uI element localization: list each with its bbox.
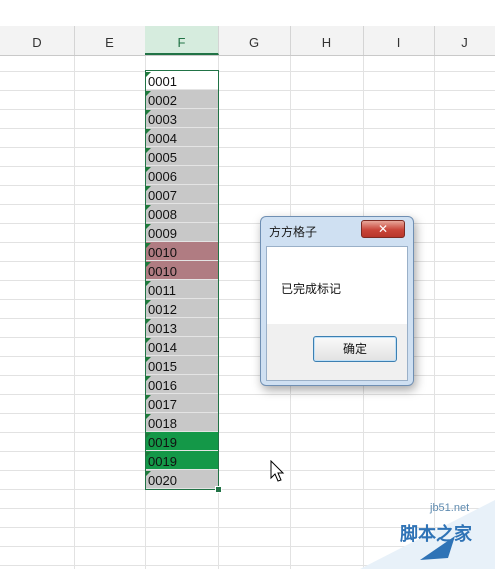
- error-indicator-icon: [146, 243, 151, 248]
- column-header-j[interactable]: J: [434, 26, 495, 55]
- cell-f24[interactable]: 0019: [145, 451, 218, 470]
- grid-row-line: [0, 204, 495, 205]
- mouse-cursor-icon: [270, 460, 285, 482]
- cell-f7[interactable]: 0004: [145, 128, 218, 147]
- grid-row-line: [0, 90, 495, 91]
- error-indicator-icon: [146, 433, 151, 438]
- cell-f19[interactable]: 0015: [145, 356, 218, 375]
- grid-row-line: [0, 375, 495, 376]
- watermark: jb51.net 脚本之家: [360, 500, 495, 569]
- cell-f21[interactable]: 0017: [145, 394, 218, 413]
- cell-f9[interactable]: 0006: [145, 166, 218, 185]
- cell-f6[interactable]: 0003: [145, 109, 218, 128]
- cell-f14[interactable]: 0010: [145, 261, 218, 280]
- column-header-bar: D E F G H I J: [0, 26, 495, 56]
- cell-f13[interactable]: 0010: [145, 242, 218, 261]
- cell-f17[interactable]: 0013: [145, 318, 218, 337]
- grid-row-line: [0, 147, 495, 148]
- error-indicator-icon: [146, 205, 151, 210]
- cell-f22[interactable]: 0018: [145, 413, 218, 432]
- grid-column-line: [74, 56, 75, 569]
- cell-f25[interactable]: 0020: [145, 470, 218, 489]
- toolbar-strip: [0, 0, 495, 27]
- column-header-f[interactable]: F: [145, 26, 219, 55]
- error-indicator-icon: [146, 452, 151, 457]
- column-header-g[interactable]: G: [218, 26, 291, 55]
- error-indicator-icon: [146, 91, 151, 96]
- grid-row-line: [0, 299, 495, 300]
- fill-handle[interactable]: [215, 486, 222, 493]
- ok-button[interactable]: 确定: [313, 336, 397, 362]
- column-header-d[interactable]: D: [0, 26, 75, 55]
- error-indicator-icon: [146, 167, 151, 172]
- grid-row-line: [0, 356, 495, 357]
- grid-row-line: [0, 223, 495, 224]
- cell-f18[interactable]: 0014: [145, 337, 218, 356]
- error-indicator-icon: [146, 262, 151, 267]
- cell-f8[interactable]: 0005: [145, 147, 218, 166]
- grid-row-line: [0, 337, 495, 338]
- grid-row-line: [0, 242, 495, 243]
- message-dialog: 方方格子 ✕ 已完成标记 确定: [260, 216, 414, 386]
- grid-row-line: [0, 470, 495, 471]
- dialog-title: 方方格子: [269, 225, 318, 239]
- cell-f23[interactable]: 0019: [145, 432, 218, 451]
- close-button[interactable]: ✕: [361, 220, 405, 238]
- error-indicator-icon: [146, 357, 151, 362]
- cell-f11[interactable]: 0008: [145, 204, 218, 223]
- watermark-text: 脚本之家: [400, 524, 472, 545]
- grid-row-line: [0, 318, 495, 319]
- error-indicator-icon: [146, 319, 151, 324]
- grid-row-line: [0, 451, 495, 452]
- dialog-footer: 确定: [267, 324, 407, 380]
- grid-row-line: [0, 280, 495, 281]
- grid-column-line: [434, 56, 435, 569]
- cell-f15[interactable]: 0011: [145, 280, 218, 299]
- cell-f16[interactable]: 0012: [145, 299, 218, 318]
- error-indicator-icon: [146, 471, 151, 476]
- grid-row-line: [0, 261, 495, 262]
- error-indicator-icon: [146, 110, 151, 115]
- cell-f10[interactable]: 0007: [145, 185, 218, 204]
- error-indicator-icon: [146, 281, 151, 286]
- cell-f12[interactable]: 0009: [145, 223, 218, 242]
- worksheet-grid[interactable]: [0, 56, 495, 569]
- grid-row-line: [0, 109, 495, 110]
- watermark-url: jb51.net: [430, 502, 470, 514]
- error-indicator-icon: [146, 376, 151, 381]
- column-header-h[interactable]: H: [290, 26, 364, 55]
- cell-f20[interactable]: 0016: [145, 375, 218, 394]
- error-indicator-icon: [146, 129, 151, 134]
- column-header-i[interactable]: I: [363, 26, 435, 55]
- grid-row-line: [0, 185, 495, 186]
- dialog-body: 已完成标记 确定: [266, 246, 408, 381]
- grid-row-line: [0, 413, 495, 414]
- error-indicator-icon: [146, 414, 151, 419]
- error-indicator-icon: [146, 148, 151, 153]
- error-indicator-icon: [146, 224, 151, 229]
- grid-row-line: [0, 489, 495, 490]
- grid-row-line: [0, 432, 495, 433]
- grid-row-line: [0, 394, 495, 395]
- grid-row-line: [0, 166, 495, 167]
- grid-row-line: [0, 71, 495, 72]
- cell-f5[interactable]: 0002: [145, 90, 218, 109]
- error-indicator-icon: [146, 72, 151, 77]
- column-f-cells: 0001 0002 0003 0004 0005 0006 0007 0008 0009 0010…: [145, 71, 218, 489]
- dialog-message: 已完成标记: [281, 282, 342, 296]
- error-indicator-icon: [146, 338, 151, 343]
- error-indicator-icon: [146, 186, 151, 191]
- cell-f4[interactable]: 0001: [145, 71, 218, 90]
- error-indicator-icon: [146, 395, 151, 400]
- column-header-e[interactable]: E: [74, 26, 146, 55]
- error-indicator-icon: [146, 300, 151, 305]
- grid-row-line: [0, 128, 495, 129]
